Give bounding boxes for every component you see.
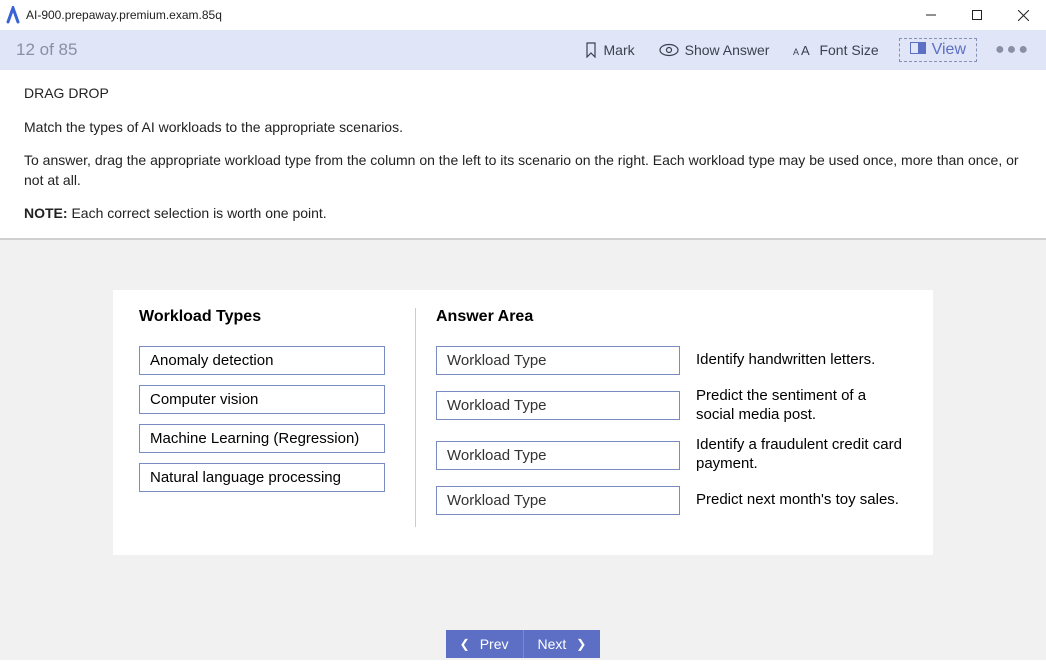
close-button[interactable] [1000,0,1046,30]
question-line2: To answer, drag the appropriate workload… [24,151,1022,190]
drop-target[interactable]: Workload Type [436,486,680,515]
bookmark-icon [584,42,598,58]
svg-text:A: A [801,43,810,57]
app-logo-icon [6,6,20,24]
font-size-label: Font Size [819,42,878,58]
prev-label: Prev [480,636,509,652]
source-item[interactable]: Machine Learning (Regression) [139,424,385,453]
source-header: Workload Types [139,308,409,326]
scenario-text: Identify handwritten letters. [696,351,907,370]
chevron-right-icon: ❯ [576,637,586,651]
font-size-button[interactable]: AA Font Size [793,42,878,58]
window-titlebar: AI-900.prepaway.premium.exam.85q [0,0,1046,30]
view-button[interactable]: View [899,38,977,62]
prev-button[interactable]: ❮ Prev [446,630,524,658]
drop-target[interactable]: Workload Type [436,391,680,420]
view-icon [910,41,926,59]
source-item[interactable]: Anomaly detection [139,346,385,375]
maximize-button[interactable] [954,0,1000,30]
toolbar: 12 of 85 Mark Show Answer AA Font Size V… [0,30,1046,70]
note-label: NOTE: [24,205,68,221]
scenario-text: Predict the sentiment of a social media … [696,387,907,425]
svg-text:A: A [793,47,799,57]
question-counter: 12 of 85 [16,40,560,60]
target-row: Workload Type Predict the sentiment of a… [436,387,907,425]
question-area: DRAG DROP Match the types of AI workload… [0,70,1046,240]
eye-icon [659,43,679,57]
question-line1: Match the types of AI workloads to the a… [24,118,1022,138]
window-title: AI-900.prepaway.premium.exam.85q [26,8,908,22]
source-item[interactable]: Natural language processing [139,463,385,492]
drop-target[interactable]: Workload Type [436,441,680,470]
window-controls [908,0,1046,30]
drop-target[interactable]: Workload Type [436,346,680,375]
minimize-button[interactable] [908,0,954,30]
target-row: Workload Type Identify handwritten lette… [436,346,907,375]
target-row: Workload Type Identify a fraudulent cred… [436,436,907,474]
show-answer-button[interactable]: Show Answer [659,42,770,58]
more-options-button[interactable]: ●●● [995,41,1030,59]
next-label: Next [538,636,567,652]
dragdrop-panel: Workload Types Anomaly detection Compute… [113,290,933,555]
show-answer-label: Show Answer [685,42,770,58]
target-header: Answer Area [436,308,907,326]
question-note: NOTE: Each correct selection is worth on… [24,204,1022,224]
scenario-text: Identify a fraudulent credit card paymen… [696,436,907,474]
source-column: Workload Types Anomaly detection Compute… [139,308,409,527]
chevron-left-icon: ❮ [460,637,470,651]
source-item[interactable]: Computer vision [139,385,385,414]
nav-bar: ❮ Prev Next ❯ [0,630,1046,658]
note-text: Each correct selection is worth one poin… [68,205,327,221]
work-area: Workload Types Anomaly detection Compute… [0,240,1046,660]
next-button[interactable]: Next ❯ [524,630,601,658]
view-label: View [932,41,966,59]
target-row: Workload Type Predict next month's toy s… [436,486,907,515]
question-heading: DRAG DROP [24,84,1022,104]
mark-button[interactable]: Mark [584,42,635,58]
font-size-icon: AA [793,43,813,57]
target-column: Answer Area Workload Type Identify handw… [415,308,907,527]
scenario-text: Predict next month's toy sales. [696,491,907,510]
mark-label: Mark [604,42,635,58]
